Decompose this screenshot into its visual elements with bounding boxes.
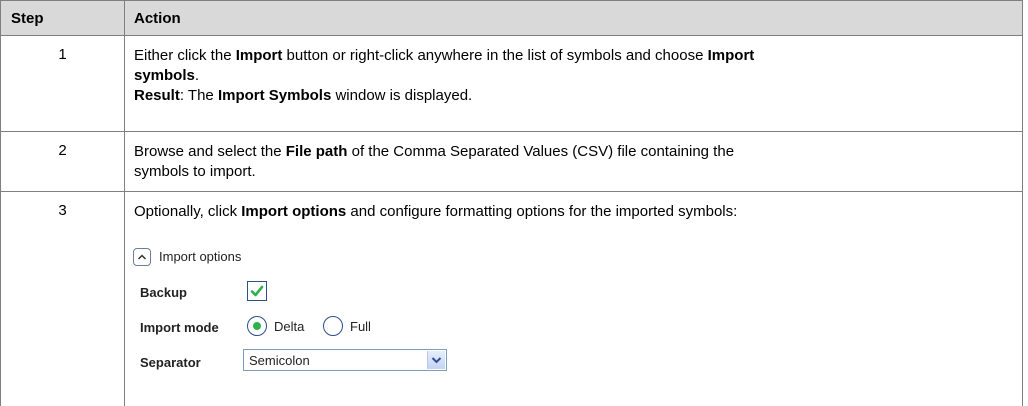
text-segment: window is displayed. [331, 87, 473, 104]
text-segment: of the Comma Separated Values (CSV) file… [347, 143, 735, 160]
action-text: Browse and select the File path of the C… [134, 142, 1012, 182]
bold-term: Result [134, 87, 180, 104]
table-row: 2 Browse and select the File path of the… [0, 132, 1023, 192]
separator-select[interactable]: Semicolon [243, 349, 447, 371]
checkmark-icon [250, 285, 264, 297]
delta-radio[interactable] [247, 316, 267, 336]
import-mode-label: Import mode [140, 320, 219, 335]
backup-checkbox[interactable] [247, 281, 267, 301]
text-segment: symbols to import. [134, 163, 256, 180]
dropdown-button[interactable] [427, 351, 445, 369]
import-options-panel: Import options Backup Import mode Delta … [133, 248, 553, 398]
procedure-table: Step Action 1 Either click the Import bu… [0, 0, 1028, 406]
column-divider [124, 36, 125, 131]
radio-selected-dot [253, 322, 261, 330]
step-number: 1 [58, 46, 67, 63]
table-header: Step Action [0, 0, 1023, 36]
backup-label: Backup [140, 285, 187, 300]
bold-term: File path [285, 143, 348, 160]
delta-radio-label[interactable]: Delta [274, 319, 304, 334]
bold-term: symbols [134, 67, 195, 84]
column-divider [124, 132, 125, 191]
header-action: Action [134, 10, 181, 27]
text-segment: : The [179, 87, 218, 104]
column-divider [124, 1, 125, 35]
separator-selected-value: Semicolon [249, 353, 310, 368]
text-segment: Browse and select the [134, 143, 286, 160]
separator-label: Separator [140, 355, 201, 370]
bold-term: Import [235, 47, 283, 64]
chevron-down-icon [431, 357, 442, 364]
action-text: Either click the Import button or right-… [134, 46, 1012, 106]
chevron-up-icon [137, 254, 147, 260]
import-options-toggle-label[interactable]: Import options [159, 249, 241, 264]
bold-term: Import options [241, 203, 347, 220]
column-divider [124, 192, 125, 406]
table-row: 1 Either click the Import button or righ… [0, 36, 1023, 132]
action-text: Optionally, click Import options and con… [134, 202, 1012, 222]
text-segment: and configure formatting options for the… [346, 203, 738, 220]
step-number: 3 [58, 202, 67, 219]
text-segment: button or right-click anywhere in the li… [282, 47, 708, 64]
step-number: 2 [58, 142, 67, 159]
full-radio-label[interactable]: Full [350, 319, 371, 334]
text-segment: Optionally, click [134, 203, 242, 220]
bold-term: Import Symbols [217, 87, 332, 104]
text-segment: . [194, 67, 200, 84]
header-step: Step [11, 10, 44, 27]
full-radio[interactable] [323, 316, 343, 336]
collapse-toggle-button[interactable] [133, 248, 151, 266]
bold-term: Import [707, 47, 755, 64]
text-segment: Either click the [134, 47, 236, 64]
